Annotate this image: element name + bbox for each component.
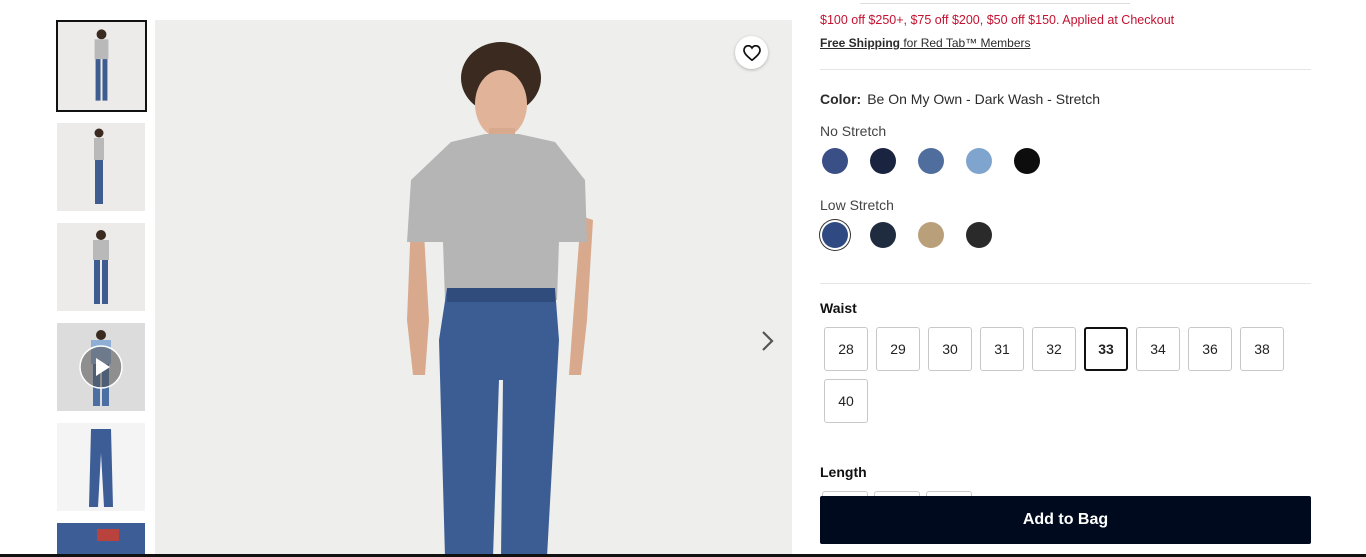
thumbnail-front[interactable] <box>56 20 147 112</box>
model-photo <box>155 20 792 557</box>
color-group-label: Low Stretch <box>820 197 894 213</box>
thumbnail-back[interactable] <box>57 223 145 311</box>
divider <box>820 69 1311 70</box>
color-value: Be On My Own - Dark Wash - Stretch <box>867 91 1101 107</box>
color-swatch[interactable] <box>918 148 944 174</box>
product-main-image <box>155 20 792 557</box>
waist-size-option[interactable]: 32 <box>1032 327 1076 371</box>
color-swatch-selected[interactable] <box>822 222 848 248</box>
promo-offer-text: $100 off $250+, $75 off $200, $50 off $1… <box>820 13 1175 27</box>
color-swatch[interactable] <box>870 148 896 174</box>
divider <box>860 0 1130 4</box>
next-image-button[interactable] <box>755 326 779 356</box>
waist-label: Waist <box>820 300 857 316</box>
thumbnail-detail[interactable] <box>57 523 145 557</box>
thumbnail-flat[interactable] <box>57 423 145 511</box>
color-swatch[interactable] <box>966 148 992 174</box>
color-swatch[interactable] <box>1014 148 1040 174</box>
color-swatch[interactable] <box>918 222 944 248</box>
thumbnail-video[interactable] <box>57 323 145 411</box>
waist-size-option[interactable]: 38 <box>1240 327 1284 371</box>
color-swatch[interactable] <box>966 222 992 248</box>
color-group-label: No Stretch <box>820 123 887 139</box>
free-shipping-link[interactable]: Free Shipping <box>820 36 900 50</box>
waist-size-option-selected[interactable]: 33 <box>1084 327 1128 371</box>
waist-size-option[interactable]: 36 <box>1188 327 1232 371</box>
color-label: Color: <box>820 91 862 107</box>
waist-size-option[interactable]: 40 <box>824 379 868 423</box>
waist-size-option[interactable]: 34 <box>1136 327 1180 371</box>
waist-size-option[interactable]: 29 <box>876 327 920 371</box>
thumbnail-side[interactable] <box>57 123 145 211</box>
waist-size-option[interactable]: 30 <box>928 327 972 371</box>
chevron-right-icon <box>762 331 774 351</box>
add-to-bag-button[interactable]: Add to Bag <box>820 496 1311 544</box>
color-swatch[interactable] <box>822 148 848 174</box>
heart-icon <box>742 44 761 61</box>
divider <box>820 283 1311 284</box>
color-swatch[interactable] <box>870 222 896 248</box>
length-label: Length <box>820 464 867 480</box>
favorite-button[interactable] <box>735 36 768 69</box>
waist-size-option[interactable]: 31 <box>980 327 1024 371</box>
free-shipping-note: Free Shipping for Red Tab™ Members <box>820 36 1031 50</box>
color-selection: Color: Be On My Own - Dark Wash - Stretch <box>820 91 1100 107</box>
red-tab-members-link[interactable]: for Red Tab™ Members <box>900 36 1030 50</box>
waist-size-option[interactable]: 28 <box>824 327 868 371</box>
